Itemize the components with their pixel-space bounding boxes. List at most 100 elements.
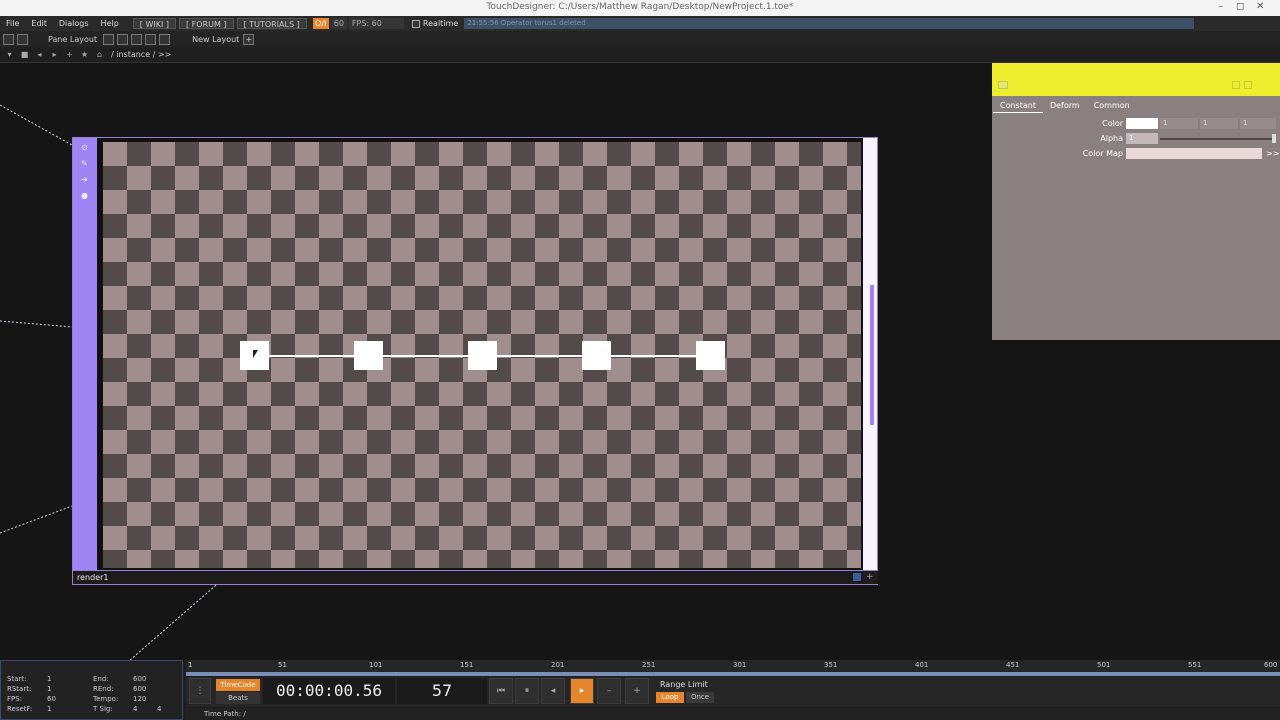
tab-common[interactable]: Common — [1087, 99, 1137, 113]
viewer-drop-icon[interactable]: ● — [81, 192, 89, 200]
forum-button[interactable]: [ FORUM ] — [179, 18, 234, 29]
timecode-mode-button[interactable]: TimeCode — [216, 679, 260, 691]
once-button[interactable]: Once — [686, 692, 714, 703]
timecode-display[interactable]: 00:00:00.56 — [263, 678, 395, 704]
tab-constant[interactable]: Constant — [993, 99, 1043, 113]
colormap-field[interactable] — [1126, 148, 1262, 159]
loop-button[interactable]: Loop — [656, 692, 684, 703]
menu-edit[interactable]: Edit — [25, 19, 53, 28]
realtime-checkbox[interactable] — [411, 19, 420, 28]
back-icon[interactable]: ◂ — [34, 49, 45, 60]
tempo-value[interactable]: 120 — [133, 695, 146, 703]
layout-triple-icon[interactable] — [145, 33, 157, 45]
star-icon[interactable]: ★ — [79, 49, 90, 60]
frame-display[interactable]: 57 — [397, 678, 487, 704]
color-g-field[interactable]: 1 — [1200, 118, 1238, 129]
info-icon[interactable] — [1244, 81, 1252, 89]
menu-help[interactable]: Help — [95, 19, 125, 28]
realtime-toggle[interactable]: Realtime — [411, 19, 458, 28]
minimize-icon[interactable]: – — [1218, 1, 1223, 12]
window-title: TouchDesigner: C:/Users/Matthew Ragan/De… — [486, 2, 794, 12]
ruler-tick: 151 — [460, 661, 474, 669]
play-icon[interactable]: ▸ — [570, 678, 594, 704]
tutorials-button[interactable]: [ TUTORIALS ] — [236, 18, 307, 29]
viewer-scrollbar[interactable] — [870, 285, 874, 425]
time-range-bar[interactable] — [186, 672, 1280, 676]
layout-hsplit-icon[interactable] — [131, 33, 143, 45]
path-bar: ▾ ■ ◂ ▸ + ★ ⌂ / instance / >> — [0, 47, 1280, 63]
start-value[interactable]: 1 — [47, 675, 51, 683]
maximize-icon[interactable]: ◻ — [1236, 1, 1244, 12]
color-swatch[interactable] — [1126, 118, 1158, 129]
time-ruler[interactable]: 1 51 101 151 201 251 301 351 401 451 501… — [186, 660, 1280, 672]
viewer-pencil-icon[interactable]: ✎ — [81, 160, 89, 168]
viewer-arrow-icon[interactable]: ➜ — [81, 176, 89, 184]
add-icon[interactable]: + — [64, 49, 75, 60]
fps-setting[interactable]: 60 — [330, 18, 347, 29]
menu-dialogs[interactable]: Dialogs — [53, 19, 95, 28]
color-r-field[interactable]: 1 — [1160, 118, 1198, 129]
layout-single-icon[interactable] — [103, 33, 115, 45]
fps-value[interactable]: 60 — [47, 695, 56, 703]
layout-quad-icon[interactable] — [159, 33, 171, 45]
step-back-icon[interactable]: ◂ — [541, 678, 565, 704]
param-row-colormap: Color Map >> — [992, 148, 1280, 160]
menu-file[interactable]: File — [0, 19, 25, 28]
tempo-label: Tempo: — [93, 695, 119, 703]
ruler-tick: 1 — [188, 661, 193, 669]
home-icon[interactable]: ⌂ — [94, 49, 105, 60]
beats-mode-button[interactable]: Beats — [216, 692, 260, 704]
alpha-slider[interactable] — [1160, 138, 1272, 140]
timeline-options-icon[interactable]: ⋮ — [189, 678, 211, 704]
ruler-tick: 451 — [1006, 661, 1020, 669]
resetf-value[interactable]: 1 — [47, 705, 51, 713]
oi-toggle[interactable]: O/I — [312, 18, 329, 29]
pane-max-icon[interactable] — [17, 33, 28, 45]
stop-icon[interactable]: ■ — [19, 49, 30, 60]
fps-label: FPS: — [7, 695, 23, 703]
step-minus-icon[interactable]: – — [597, 678, 621, 704]
color-b-field[interactable]: 1 — [1240, 118, 1276, 129]
viewer-active-icon[interactable]: ⊙ — [81, 144, 89, 152]
ruler-tick: 501 — [1097, 661, 1111, 669]
tsig-value-a[interactable]: 4 — [133, 705, 137, 713]
ruler-tick: 351 — [824, 661, 838, 669]
render-square — [354, 341, 383, 370]
colormap-arrow-icon[interactable]: >> — [1266, 148, 1279, 159]
add-layout-icon[interactable]: + — [243, 33, 255, 45]
wiki-button[interactable]: [ WIKI ] — [132, 18, 176, 29]
fps-readout: FPS: 60 — [348, 18, 404, 29]
rstart-value[interactable]: 1 — [47, 685, 51, 693]
menu-bar: File Edit Dialogs Help [ WIKI ] [ FORUM … — [0, 16, 1280, 31]
step-plus-icon[interactable]: + — [625, 678, 649, 704]
new-layout-button[interactable]: New Layout — [192, 35, 239, 44]
close-icon[interactable]: ✕ — [1256, 1, 1264, 12]
help-icon[interactable] — [1232, 81, 1240, 89]
ruler-tick: 101 — [369, 661, 383, 669]
pane-layout-label: Pane Layout — [48, 34, 98, 44]
rend-value[interactable]: 600 — [133, 685, 146, 693]
resetf-label: ResetF: — [7, 705, 33, 713]
tsig-value-b[interactable]: 4 — [157, 705, 161, 713]
op-type-icon — [998, 81, 1008, 89]
tab-deform[interactable]: Deform — [1043, 99, 1087, 113]
breadcrumb[interactable]: / instance / >> — [111, 50, 171, 59]
pane-split-icon[interactable] — [3, 33, 14, 45]
viewer-flag-icon[interactable] — [853, 573, 861, 581]
alpha-slider-handle[interactable] — [1272, 134, 1276, 143]
rewind-icon[interactable]: ⏮ — [489, 678, 513, 704]
layout-vsplit-icon[interactable] — [117, 33, 129, 45]
param-row-color: Color 1 1 1 — [992, 118, 1280, 130]
end-label: End: — [93, 675, 109, 683]
time-settings: Start: 1 End: 600 RStart: 1 REnd: 600 FP… — [0, 660, 183, 720]
ruler-tick: 301 — [733, 661, 747, 669]
alpha-field[interactable]: 1 — [1126, 133, 1158, 144]
end-value[interactable]: 600 — [133, 675, 146, 683]
viewer-add-icon[interactable]: + — [866, 572, 874, 582]
rstart-label: RStart: — [7, 685, 32, 693]
pause-icon[interactable]: ⏸ — [515, 678, 539, 704]
param-label-colormap: Color Map — [1082, 149, 1123, 158]
viewer-node-label[interactable]: render1 — [73, 570, 878, 584]
chevron-down-icon[interactable]: ▾ — [4, 49, 15, 60]
forward-icon[interactable]: ▸ — [49, 49, 60, 60]
